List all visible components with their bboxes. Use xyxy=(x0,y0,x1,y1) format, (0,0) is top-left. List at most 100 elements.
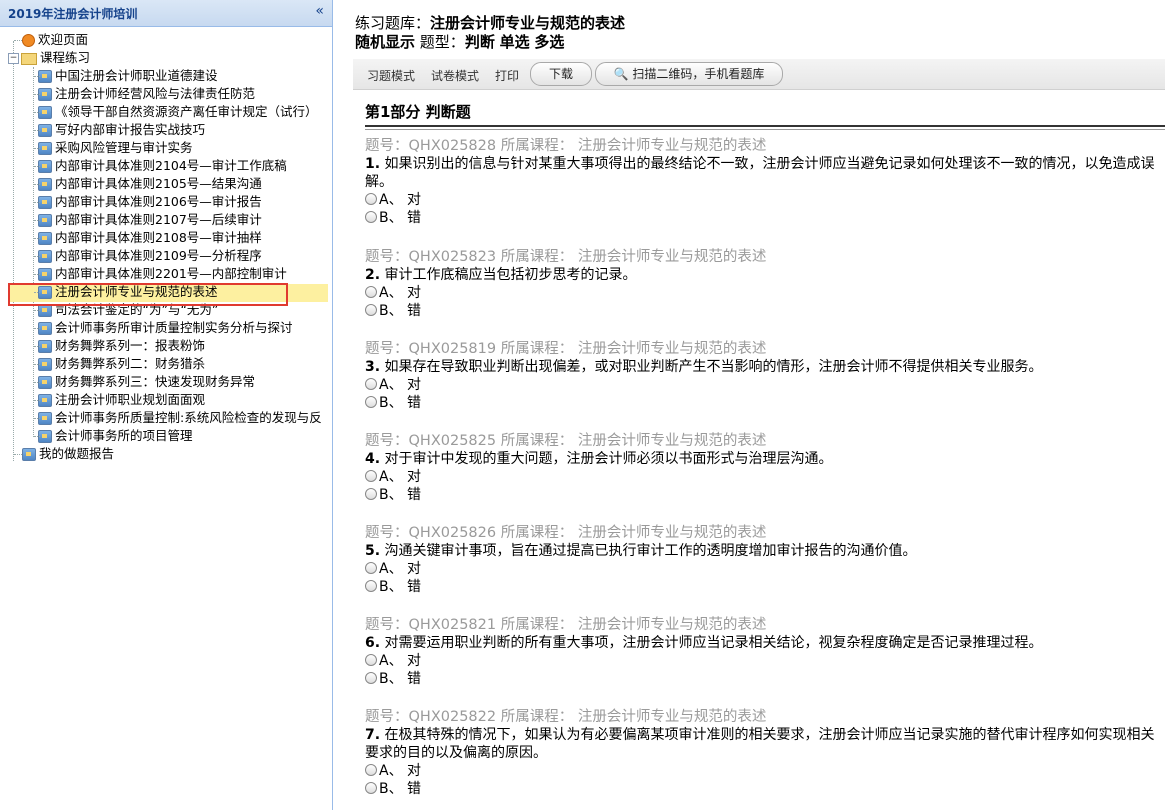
course-icon xyxy=(38,88,52,101)
question-item: 题号：QHX025822 所属课程： 注册会计师专业与规范的表述 7. 在极其特殊… xyxy=(365,708,1155,798)
option-a[interactable]: A、 对 xyxy=(365,560,1155,578)
scan-qr-label: 扫描二维码，手机看题库 xyxy=(632,67,765,81)
display-filter: 随机显示 题型：判断 单选 多选 xyxy=(355,31,564,52)
tree-item-label: 采购风险管理与审计实务 xyxy=(55,140,193,155)
tree-item-label: 写好内部审计报告实战技巧 xyxy=(55,122,206,137)
question-meta: 题号：QHX025825 所属课程： 注册会计师专业与规范的表述 xyxy=(365,433,767,449)
download-button[interactable]: 下载 xyxy=(530,62,592,86)
option-b[interactable]: B、 错 xyxy=(365,394,1155,412)
exam-mode-tab[interactable]: 试卷模式 xyxy=(431,67,479,84)
course-icon xyxy=(38,358,52,371)
radio-button[interactable] xyxy=(365,764,377,776)
radio-button[interactable] xyxy=(365,396,377,408)
tree-item-course[interactable]: 财务舞弊系列三：快速发现财务异常 xyxy=(38,373,255,391)
question-meta: 题号：QHX025826 所属课程： 注册会计师专业与规范的表述 xyxy=(365,525,767,541)
tree-item-welcome[interactable]: 欢迎页面 xyxy=(22,31,88,49)
tree-item-course[interactable]: 财务舞弊系列一：报表粉饰 xyxy=(38,337,205,355)
tree-item-label: 会计师事务所的项目管理 xyxy=(55,428,193,443)
course-icon xyxy=(38,142,52,155)
option-b[interactable]: B、 错 xyxy=(365,302,1155,320)
question-number: 4. xyxy=(365,451,381,467)
tree-folder-practice[interactable]: − 课程练习 xyxy=(8,49,90,67)
tree-item-course[interactable]: 会计师事务所质量控制:系统风险检查的发现与反 xyxy=(38,409,322,427)
toolbar: 习题模式 试卷模式 打印 下载 🔍 扫描二维码，手机看题库 xyxy=(353,59,1165,90)
course-icon xyxy=(38,376,52,389)
option-a[interactable]: A、 对 xyxy=(365,284,1155,302)
radio-button[interactable] xyxy=(365,672,377,684)
sidebar-header: 2019年注册会计师培训 « xyxy=(0,0,332,27)
course-icon xyxy=(38,412,52,425)
question-body: 对于审计中发现的重大问题，注册会计师必须以书面形式与治理层沟通。 xyxy=(380,451,833,467)
radio-button[interactable] xyxy=(365,193,377,205)
tree-item-course[interactable]: 中国注册会计师职业道德建设 xyxy=(38,67,218,85)
question-number: 6. xyxy=(365,635,381,651)
option-a[interactable]: A、 对 xyxy=(365,376,1155,394)
option-label: B、 错 xyxy=(379,303,422,319)
print-button[interactable]: 打印 xyxy=(495,67,519,84)
tree-item-report[interactable]: 我的做题报告 xyxy=(22,445,114,463)
option-b[interactable]: B、 错 xyxy=(365,670,1155,688)
question-number: 1. xyxy=(365,156,381,172)
radio-button[interactable] xyxy=(365,211,377,223)
course-icon xyxy=(38,322,52,335)
type-judge-link[interactable]: 判断 xyxy=(465,33,495,51)
option-a[interactable]: A、 对 xyxy=(365,191,1155,209)
option-a[interactable]: A、 对 xyxy=(365,468,1155,486)
collapse-icon[interactable]: « xyxy=(315,3,324,19)
collapse-toggle-icon[interactable]: − xyxy=(8,53,19,64)
tree-item-label: 《领导干部自然资源资产离任审计规定（试行） xyxy=(55,104,318,119)
tree-item-course[interactable]: 内部审计具体准则2201号—内部控制审计 xyxy=(38,265,287,283)
scan-qr-button[interactable]: 🔍 扫描二维码，手机看题库 xyxy=(595,62,783,86)
tree-item-course[interactable]: 财务舞弊系列二：财务猎杀 xyxy=(38,355,205,373)
option-label: A、 对 xyxy=(379,469,422,485)
tree-item-course[interactable]: 会计师事务所审计质量控制实务分析与探讨 xyxy=(38,319,293,337)
radio-button[interactable] xyxy=(365,782,377,794)
tree-item-course[interactable]: 《领导干部自然资源资产离任审计规定（试行） xyxy=(38,103,318,121)
practice-mode-tab[interactable]: 习题模式 xyxy=(367,67,415,84)
question-bank-header: 练习题库：注册会计师专业与规范的表述 xyxy=(355,12,625,33)
type-multi-link[interactable]: 多选 xyxy=(534,33,564,51)
type-label: 题型： xyxy=(419,33,465,51)
type-single-link[interactable]: 单选 xyxy=(500,33,530,51)
option-a[interactable]: A、 对 xyxy=(365,652,1155,670)
course-icon xyxy=(38,106,52,119)
random-display-link[interactable]: 随机显示 xyxy=(355,33,415,51)
tree-item-label: 会计师事务所质量控制:系统风险检查的发现与反 xyxy=(55,410,322,425)
tree-item-course[interactable]: 内部审计具体准则2106号—审计报告 xyxy=(38,193,262,211)
tree-item-course[interactable]: 写好内部审计报告实战技巧 xyxy=(38,121,205,139)
bank-name: 注册会计师专业与规范的表述 xyxy=(430,14,626,32)
tree-item-course[interactable]: 内部审计具体准则2105号—结果沟通 xyxy=(38,175,262,193)
radio-button[interactable] xyxy=(365,580,377,592)
question-body: 沟通关键审计事项，旨在通过提高已执行审计工作的透明度增加审计报告的沟通价值。 xyxy=(380,543,917,559)
tree-item-course[interactable]: 采购风险管理与审计实务 xyxy=(38,139,193,157)
option-b[interactable]: B、 错 xyxy=(365,209,1155,227)
question-body: 如果存在导致职业判断出现偏差，或对职业判断产生不当影响的情形，注册会计师不得提供… xyxy=(380,359,1043,375)
tree-item-course[interactable]: 内部审计具体准则2109号—分析程序 xyxy=(38,247,262,265)
option-b[interactable]: B、 错 xyxy=(365,578,1155,596)
question-item: 题号：QHX025826 所属课程： 注册会计师专业与规范的表述 5. 沟通关键审… xyxy=(365,524,1155,596)
option-a[interactable]: A、 对 xyxy=(365,762,1155,780)
radio-button[interactable] xyxy=(365,304,377,316)
radio-button[interactable] xyxy=(365,378,377,390)
course-icon xyxy=(38,340,52,353)
option-b[interactable]: B、 错 xyxy=(365,780,1155,798)
course-icon xyxy=(38,394,52,407)
question-meta: 题号：QHX025821 所属课程： 注册会计师专业与规范的表述 xyxy=(365,617,767,633)
option-b[interactable]: B、 错 xyxy=(365,486,1155,504)
tree-item-course[interactable]: 内部审计具体准则2108号—审计抽样 xyxy=(38,229,262,247)
tree-item-course[interactable]: 注册会计师经营风险与法律责任防范 xyxy=(38,85,255,103)
radio-button[interactable] xyxy=(365,562,377,574)
radio-button[interactable] xyxy=(365,488,377,500)
radio-button[interactable] xyxy=(365,286,377,298)
tree-item-course[interactable]: 内部审计具体准则2107号—后续审计 xyxy=(38,211,262,229)
radio-button[interactable] xyxy=(365,654,377,666)
tree-item-course[interactable]: 内部审计具体准则2104号—审计工作底稿 xyxy=(38,157,287,175)
tree-item-course[interactable]: 会计师事务所的项目管理 xyxy=(38,427,193,445)
option-label: B、 错 xyxy=(379,395,422,411)
section-title: 第1部分 判断题 xyxy=(365,103,471,121)
radio-button[interactable] xyxy=(365,470,377,482)
tree-item-course[interactable]: 注册会计师职业规划面面观 xyxy=(38,391,205,409)
course-icon xyxy=(38,430,52,443)
question-number: 3. xyxy=(365,359,381,375)
question-meta: 题号：QHX025819 所属课程： 注册会计师专业与规范的表述 xyxy=(365,341,767,357)
